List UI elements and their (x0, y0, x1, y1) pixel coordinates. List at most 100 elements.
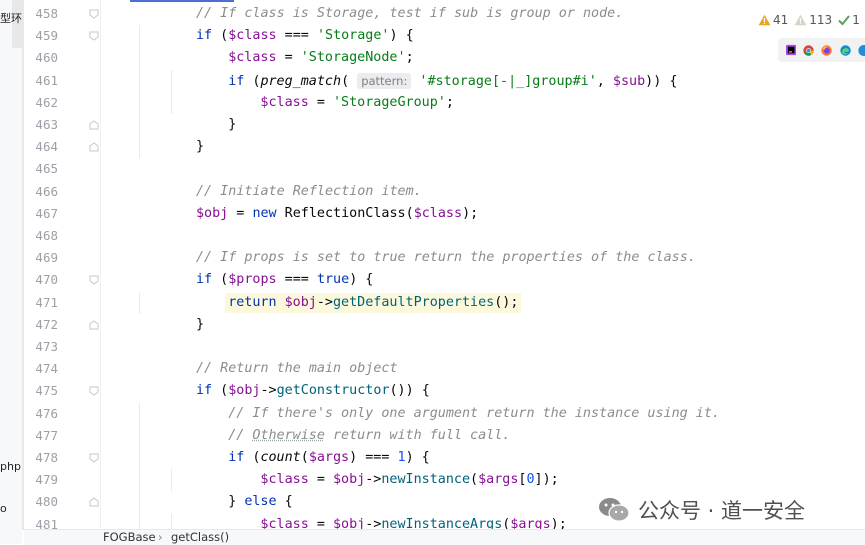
fold-marker-icon[interactable] (89, 275, 99, 286)
code-token: ) { (349, 272, 374, 288)
watermark-text: 公众号 · 道一安全 (638, 499, 806, 523)
code-token: return (228, 294, 277, 310)
code-token: 'Storage' (316, 28, 390, 44)
code-line[interactable] (101, 225, 865, 247)
code-token: $class (260, 94, 309, 110)
code-token: ( (212, 272, 229, 288)
line-number: 480 (35, 494, 58, 510)
code-token: else (244, 494, 277, 510)
code-line[interactable]: $class = $obj->newInstance($args[0]); (101, 469, 865, 491)
fold-marker-icon[interactable] (89, 31, 99, 41)
code-token: )) { (645, 73, 678, 89)
code-line[interactable]: } (101, 114, 865, 136)
code-line-text: if (preg_match( pattern: '#storage[-|_]g… (228, 70, 677, 93)
breadcrumb-method[interactable]: getClass() (171, 530, 229, 545)
code-token: $sub (612, 73, 646, 89)
code-line[interactable]: // Return the main object (101, 358, 865, 380)
code-token: return with full call. (324, 427, 511, 443)
code-token: -> (365, 472, 382, 488)
project-tree-item[interactable]: o (0, 502, 7, 515)
weak-warning-icon (794, 14, 807, 26)
breadcrumb: FOGBase › getClass() (24, 529, 865, 545)
code-line[interactable]: return $obj->getDefaultProperties(); (101, 292, 865, 314)
code-token: ()) { (389, 383, 430, 399)
code-token: getConstructor (276, 383, 390, 399)
code-line-text: // If class is Storage, test if sub is g… (196, 3, 623, 25)
inspection-widget[interactable]: 41 113 1 (758, 8, 860, 32)
code-line[interactable]: } (101, 314, 865, 336)
browser-preview-toolbar (778, 38, 865, 62)
code-line[interactable]: if (count($args) === 1) { (101, 447, 865, 469)
code-token: $args (478, 472, 519, 488)
code-line[interactable]: if (preg_match( pattern: '#storage[-|_]g… (101, 70, 865, 92)
fold-marker-icon[interactable] (89, 120, 99, 130)
line-number: 459 (35, 28, 58, 44)
code-token: 'StorageNode' (300, 50, 406, 66)
code-line[interactable]: $obj = new ReflectionClass($class); (101, 203, 865, 225)
code-line[interactable]: if ($class === 'Storage') { (101, 25, 865, 47)
phpstorm-icon[interactable] (786, 43, 797, 57)
code-line-text: if ($obj->getConstructor()) { (196, 380, 430, 402)
firefox-icon[interactable] (821, 43, 833, 58)
code-line-text: if ($props === true) { (196, 269, 373, 291)
code-token: = (308, 472, 333, 488)
fold-marker-icon[interactable] (89, 497, 99, 507)
code-line-text: $class = 'StorageGroup'; (260, 92, 454, 114)
line-number: 478 (35, 450, 58, 465)
fold-marker-icon[interactable] (89, 453, 99, 463)
warnings-counter[interactable]: 41 (758, 13, 788, 27)
edge-icon[interactable] (839, 43, 851, 58)
breadcrumb-separator: › (158, 530, 163, 544)
code-line[interactable]: if ($props === true) { (101, 269, 865, 291)
typos-counter[interactable]: 1 (838, 13, 860, 27)
code-line[interactable] (101, 158, 865, 180)
code-token: $obj (196, 205, 229, 221)
code-line[interactable]: $class = 'StorageGroup'; (101, 92, 865, 114)
fold-marker-icon[interactable] (89, 320, 99, 330)
fold-marker-icon[interactable] (89, 386, 99, 397)
code-token: ( (341, 73, 358, 89)
code-token: ReflectionClass( (276, 205, 414, 221)
line-number: 463 (35, 117, 58, 132)
code-token: // If there's only one argument return t… (228, 405, 720, 421)
code-line[interactable]: // Initiate Reflection item. (101, 181, 865, 203)
code-token: } (196, 316, 205, 332)
breadcrumb-class[interactable]: FOGBase (103, 530, 156, 545)
fold-marker-icon[interactable] (89, 9, 99, 19)
code-token: -> (260, 383, 277, 399)
line-number: 474 (35, 361, 58, 377)
line-number: 476 (35, 405, 58, 421)
code-line[interactable]: $class = 'StorageNode'; (101, 47, 865, 69)
code-token: = (276, 50, 301, 66)
code-token: $class (260, 472, 309, 488)
code-token: } (228, 117, 237, 132)
code-line-text: // Return the main object (196, 358, 398, 380)
code-line[interactable]: if ($obj->getConstructor()) { (101, 380, 865, 402)
code-line[interactable]: // If class is Storage, test if sub is g… (101, 3, 865, 25)
weak-warnings-counter[interactable]: 113 (794, 13, 832, 27)
code-token: { (276, 494, 293, 510)
code-line[interactable]: // If props is set to true return the pr… (101, 247, 865, 269)
code-token: ); (462, 205, 479, 221)
line-number: 477 (35, 427, 58, 443)
line-number: 464 (35, 139, 58, 155)
code-line[interactable] (101, 336, 865, 358)
line-number: 466 (35, 183, 58, 199)
active-tab-indicator (130, 0, 234, 2)
code-token: ( (470, 472, 479, 488)
code-line[interactable]: // If there's only one argument return t… (101, 403, 865, 425)
code-token: = (228, 205, 253, 221)
code-token: ]); (534, 472, 559, 488)
code-line-text: // If there's only one argument return t… (228, 403, 720, 425)
code-line[interactable]: // Otherwise return with full call. (101, 425, 865, 447)
code-line[interactable]: } (101, 136, 865, 158)
line-number: 475 (35, 383, 58, 399)
chrome-icon[interactable] (803, 43, 815, 58)
fold-marker-icon[interactable] (89, 142, 99, 152)
code-line-text: } (196, 314, 204, 336)
other-browser-icon[interactable] (857, 43, 865, 58)
project-tree-item[interactable]: php (0, 460, 21, 473)
code-token: -> (316, 294, 333, 310)
project-tree-item[interactable]: 型环\ (0, 10, 22, 26)
